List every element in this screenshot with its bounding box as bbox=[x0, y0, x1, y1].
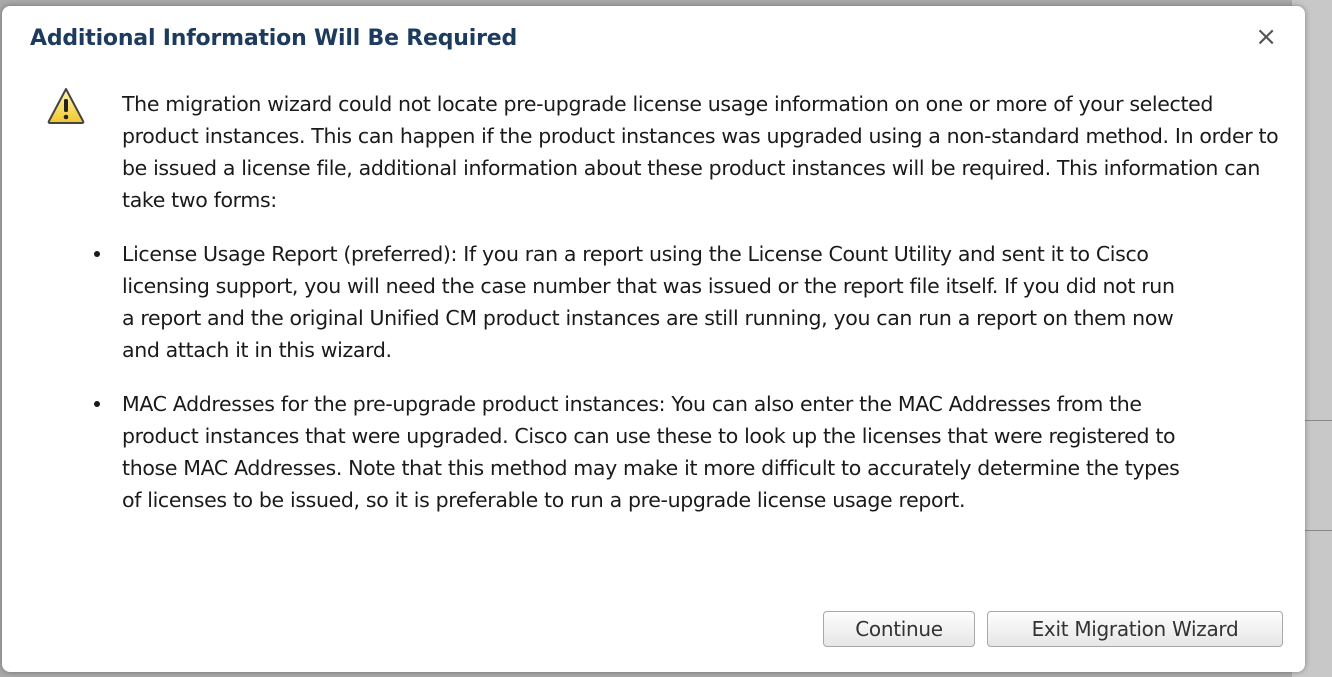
continue-button[interactable]: Continue bbox=[823, 611, 975, 647]
dialog-body: The migration wizard could not locate pr… bbox=[94, 88, 1282, 538]
dialog-title: Additional Information Will Be Required bbox=[30, 26, 518, 51]
options-list: License Usage Report (preferred): If you… bbox=[94, 238, 1282, 516]
info-required-dialog: Additional Information Will Be Required … bbox=[2, 6, 1305, 672]
list-item: License Usage Report (preferred): If you… bbox=[94, 238, 1282, 366]
list-item: MAC Addresses for the pre-upgrade produc… bbox=[94, 388, 1282, 516]
bullet-icon bbox=[94, 401, 100, 407]
option-mac-addresses: MAC Addresses for the pre-upgrade produc… bbox=[122, 392, 1180, 512]
bullet-icon bbox=[94, 251, 100, 257]
dialog-buttons: Continue Exit Migration Wizard bbox=[823, 611, 1283, 647]
warning-triangle-icon bbox=[47, 88, 85, 124]
exit-migration-wizard-button[interactable]: Exit Migration Wizard bbox=[987, 611, 1283, 647]
option-license-usage-report: License Usage Report (preferred): If you… bbox=[122, 242, 1175, 362]
intro-paragraph: The migration wizard could not locate pr… bbox=[122, 92, 1279, 212]
close-icon[interactable]: × bbox=[1255, 22, 1277, 52]
